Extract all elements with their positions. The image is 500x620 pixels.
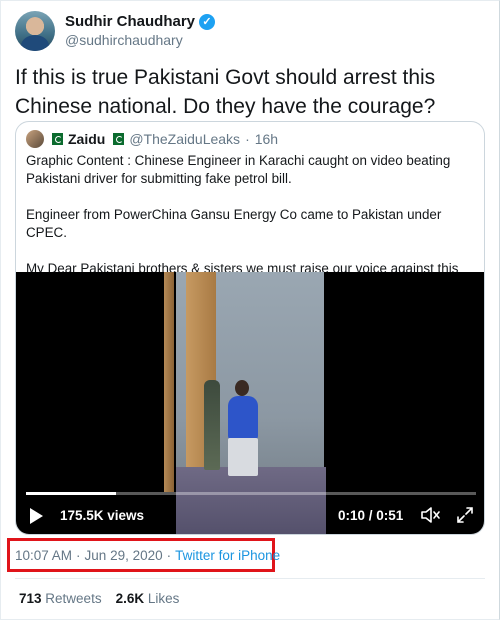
pakistan-flag-icon: [49, 133, 63, 145]
verified-badge-icon: ✓: [199, 13, 216, 30]
video-frame-person: [228, 438, 258, 476]
separator: ·: [245, 131, 250, 147]
quoted-age[interactable]: 16h: [255, 131, 278, 147]
play-icon[interactable]: [30, 508, 43, 524]
video-views: 175.5K views: [60, 508, 145, 523]
volume-icon[interactable]: [420, 506, 442, 524]
video-frame-person: [235, 380, 249, 396]
video-frame-person: [204, 380, 220, 470]
author-name-row: Sudhir Chaudhary ✓: [65, 13, 216, 30]
video-player[interactable]: 175.5K views 0:10 / 0:51: [16, 272, 484, 534]
author-handle[interactable]: @sudhirchaudhary: [65, 32, 183, 48]
likes-label: Likes: [147, 591, 180, 606]
retweets-count: 713: [19, 591, 42, 606]
video-frame-person: [228, 396, 258, 440]
video-progress-fill: [26, 492, 116, 495]
separator: ·: [166, 548, 172, 563]
quoted-avatar[interactable]: [26, 130, 44, 148]
tweet-date[interactable]: Jun 29, 2020: [85, 548, 163, 563]
quoted-paragraph: Graphic Content : Chinese Engineer in Ka…: [26, 153, 451, 186]
video-frame-floor: [176, 467, 326, 534]
expand-icon[interactable]: [456, 506, 474, 524]
divider: [15, 578, 485, 579]
quoted-header: Zaidu @TheZaiduLeaks · 16h: [26, 130, 278, 148]
quoted-name[interactable]: Zaidu: [68, 131, 105, 147]
tweet-text: If this is true Pakistani Govt should ar…: [15, 66, 436, 118]
likes-count: 2.6K: [115, 591, 145, 606]
quoted-paragraph: Engineer from PowerChina Gansu Energy Co…: [26, 207, 442, 240]
pakistan-flag-icon: [110, 133, 125, 145]
video-progress-bar[interactable]: [26, 492, 476, 495]
author-display-name[interactable]: Sudhir Chaudhary: [65, 13, 195, 30]
retweets-stat[interactable]: 713 Retweets: [19, 591, 102, 606]
tweet-time[interactable]: 10:07 AM: [15, 548, 72, 563]
tweet-stats: 713 Retweets 2.6K Likes: [19, 591, 179, 606]
quoted-tweet[interactable]: Zaidu @TheZaiduLeaks · 16h Graphic Conte…: [15, 121, 485, 535]
video-frame-door: [164, 272, 174, 492]
video-time: 0:10 / 0:51: [338, 508, 404, 523]
avatar[interactable]: [15, 11, 55, 51]
separator: ·: [76, 548, 81, 563]
tweet-card: Sudhir Chaudhary ✓ @sudhirchaudhary If t…: [0, 0, 500, 620]
tweet-source-link[interactable]: Twitter for iPhone: [175, 548, 280, 563]
quoted-handle[interactable]: @TheZaiduLeaks: [129, 131, 240, 147]
tweet-meta: 10:07 AM · Jun 29, 2020 · Twitter for iP…: [15, 548, 280, 563]
retweets-label: Retweets: [45, 591, 102, 606]
likes-stat[interactable]: 2.6K Likes: [116, 591, 180, 606]
